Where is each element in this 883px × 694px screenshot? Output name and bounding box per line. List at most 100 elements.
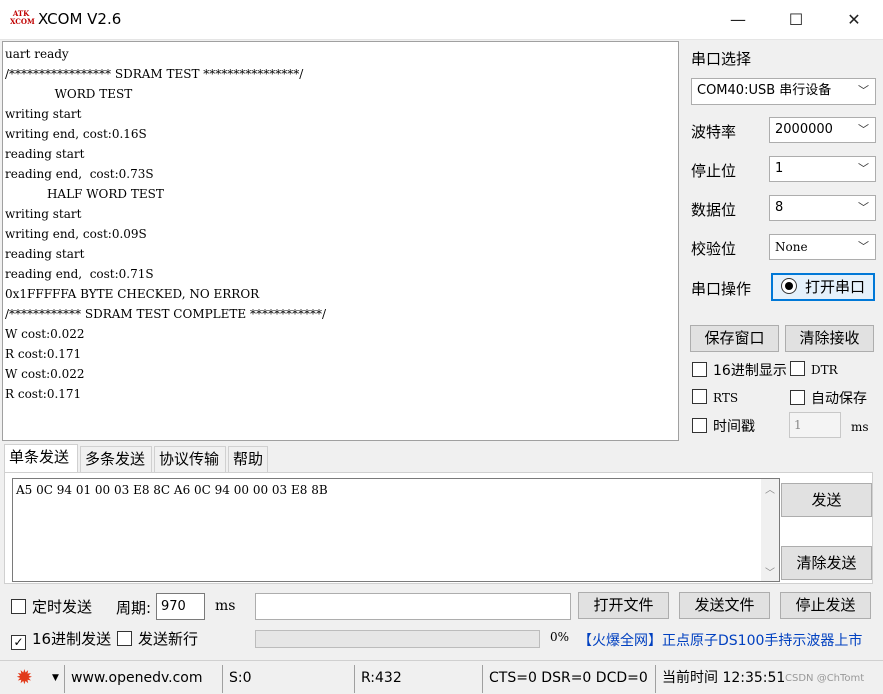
send-textarea[interactable]: A5 0C 94 01 00 03 E8 8C A6 0C 94 00 00 0…: [12, 478, 780, 582]
dtr-checkbox[interactable]: DTR: [790, 361, 838, 377]
checkbox-icon: [11, 599, 26, 614]
timed-send-label: 定时发送: [32, 598, 93, 616]
receive-line: W cost:0.022: [5, 367, 85, 381]
tab-help[interactable]: 帮助: [228, 446, 268, 472]
auto-save-label: 自动保存: [811, 391, 867, 407]
open-port-label: 打开串口: [804, 278, 865, 296]
stop-send-button[interactable]: 停止发送: [780, 592, 871, 619]
receive-line: 0x1FFFFFA BYTE CHECKED, NO ERROR: [5, 287, 260, 301]
period-label: 周期:: [116, 599, 152, 617]
checkbox-icon: [790, 390, 805, 405]
save-window-button[interactable]: 保存窗口: [690, 325, 779, 352]
receive-line: writing end, cost:0.09S: [5, 227, 147, 241]
baud-value: 2000000: [775, 122, 833, 137]
gear-icon[interactable]: ✹: [16, 667, 38, 689]
receive-textarea[interactable]: uart ready /***************** SDRAM TEST …: [2, 41, 679, 441]
sent-count: S:0: [222, 665, 352, 693]
parity-value: None: [775, 240, 808, 254]
hex-display-label: 16进制显示: [713, 363, 787, 379]
port-value: COM40:USB 串行设备: [697, 83, 832, 98]
timestamp-checkbox[interactable]: 时间戳: [692, 416, 755, 436]
rts-label: RTS: [713, 391, 739, 405]
timed-send-checkbox[interactable]: 定时发送: [11, 596, 92, 617]
send-newline-checkbox[interactable]: 发送新行: [117, 628, 198, 649]
databit-label: 数据位: [691, 201, 737, 219]
open-port-button[interactable]: 打开串口: [771, 273, 875, 301]
line-status: CTS=0 DSR=0 DCD=0: [482, 665, 652, 693]
send-file-button[interactable]: 发送文件: [679, 592, 770, 619]
databit-combo[interactable]: 8 ﹀: [769, 195, 876, 221]
triangle-down-icon[interactable]: ▼: [52, 673, 59, 683]
port-combo[interactable]: COM40:USB 串行设备 ﹀: [691, 78, 876, 105]
tab-single-send[interactable]: 单条发送: [4, 444, 78, 472]
port-op-label: 串口操作: [691, 280, 752, 298]
chevron-down-icon: ﹀: [858, 84, 869, 97]
parity-combo[interactable]: None ﹀: [769, 234, 876, 260]
hex-send-label: 16进制发送: [32, 630, 112, 648]
send-progress-bar: [255, 630, 540, 648]
receive-line: writing end, cost:0.16S: [5, 127, 147, 141]
auto-save-checkbox[interactable]: 自动保存: [790, 388, 867, 408]
receive-line: WORD TEST: [5, 87, 133, 101]
website-link[interactable]: www.openedv.com: [64, 665, 218, 693]
rts-checkbox[interactable]: RTS: [692, 389, 738, 405]
checkbox-icon: [790, 361, 805, 376]
send-content: A5 0C 94 01 00 03 E8 8C A6 0C 94 00 00 0…: [16, 483, 328, 497]
tab-protocol[interactable]: 协议传输: [154, 446, 226, 472]
tab-multi-send[interactable]: 多条发送: [80, 446, 152, 472]
receive-line: writing start: [5, 207, 82, 221]
checkbox-icon: [117, 631, 132, 646]
hex-display-checkbox[interactable]: 16进制显示: [692, 360, 787, 380]
baud-combo[interactable]: 2000000 ﹀: [769, 117, 876, 143]
ad-link[interactable]: 【火爆全网】正点原子DS100手持示波器上市: [578, 630, 862, 650]
maximize-button[interactable]: ☐: [767, 0, 825, 40]
progress-percent: 0%: [550, 630, 570, 644]
checkbox-icon: [692, 418, 707, 433]
receive-line: writing start: [5, 107, 82, 121]
receive-line: /***************** SDRAM TEST **********…: [5, 67, 304, 81]
receive-line: reading start: [5, 147, 85, 161]
status-bar: ✹ ▼ www.openedv.com S:0 R:432 CTS=0 DSR=…: [0, 660, 883, 694]
app-logo: ATK XCOM: [10, 9, 35, 26]
receive-line: /************ SDRAM TEST COMPLETE ******…: [5, 307, 327, 321]
send-newline-label: 发送新行: [138, 630, 199, 648]
current-time: 当前时间 12:35:51: [655, 665, 785, 693]
open-file-button[interactable]: 打开文件: [578, 592, 669, 619]
minimize-button[interactable]: —: [709, 0, 767, 40]
radio-icon: [780, 278, 797, 294]
title-bar: ATK XCOM XCOM V2.6 — ☐ ✕: [0, 0, 883, 40]
clear-receive-button[interactable]: 清除接收: [785, 325, 874, 352]
stopbit-value: 1: [775, 161, 784, 176]
port-select-label: 串口选择: [691, 50, 752, 68]
send-button[interactable]: 发送: [781, 483, 872, 517]
send-panel: A5 0C 94 01 00 03 E8 8C A6 0C 94 00 00 0…: [4, 472, 873, 584]
receive-line: reading end, cost:0.73S: [5, 167, 154, 181]
period-input[interactable]: 970: [156, 593, 205, 620]
window-title: XCOM V2.6: [38, 10, 122, 28]
checkbox-icon: [692, 389, 707, 404]
timestamp-label: 时间戳: [713, 419, 755, 435]
dtr-label: DTR: [811, 363, 838, 377]
timestamp-interval-input[interactable]: 1: [789, 412, 841, 438]
checkbox-checked-icon: ✓: [11, 635, 26, 650]
send-scrollbar[interactable]: ︿ ﹀: [761, 479, 779, 581]
receive-line: reading end, cost:0.71S: [5, 267, 154, 281]
received-count: R:432: [354, 665, 482, 693]
file-path-input[interactable]: [255, 593, 571, 620]
receive-line: reading start: [5, 247, 85, 261]
chevron-down-icon: ﹀: [858, 201, 869, 214]
close-button[interactable]: ✕: [825, 0, 883, 40]
chevron-down-icon: ﹀: [858, 162, 869, 175]
parity-label: 校验位: [691, 240, 737, 258]
scroll-up-icon[interactable]: ︿: [761, 481, 779, 496]
watermark: CSDN @ChTomt: [785, 673, 865, 684]
scroll-down-icon[interactable]: ﹀: [761, 564, 779, 579]
receive-line: uart ready: [5, 47, 69, 61]
hex-send-checkbox[interactable]: ✓ 16进制发送: [11, 628, 111, 650]
timestamp-unit: ms: [851, 420, 869, 434]
receive-line: R cost:0.171: [5, 347, 82, 361]
receive-line: R cost:0.171: [5, 387, 82, 401]
receive-line: HALF WORD TEST: [5, 187, 164, 201]
stopbit-combo[interactable]: 1 ﹀: [769, 156, 876, 182]
clear-send-button[interactable]: 清除发送: [781, 546, 872, 580]
